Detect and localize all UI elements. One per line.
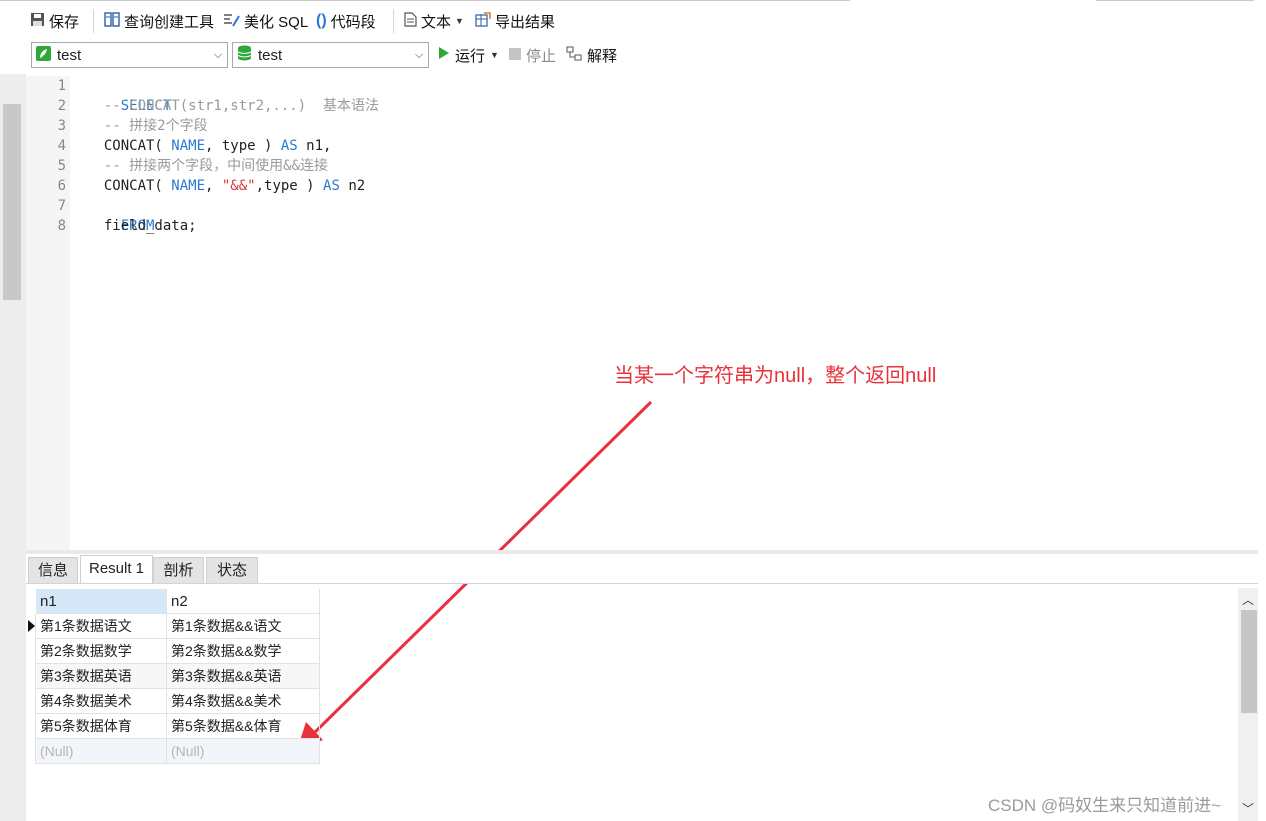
table-cell[interactable]: 第2条数据数学 <box>36 639 167 664</box>
table-cell[interactable]: 第3条数据英语 <box>36 664 167 689</box>
result-tabs: 信息 Result 1 剖析 状态 <box>26 554 1258 584</box>
table-cell[interactable]: 第3条数据&&英语 <box>167 664 320 689</box>
row-selector-column <box>26 614 36 764</box>
table-cell[interactable]: 第5条数据体育 <box>36 714 167 739</box>
tab-profile[interactable]: 剖析 <box>153 557 204 583</box>
tab-result-1[interactable]: Result 1 <box>80 555 153 583</box>
result-scrollbar[interactable]: ︿ ﹀ <box>1238 588 1258 821</box>
tab-status[interactable]: 状态 <box>206 557 258 583</box>
column-header-n2[interactable]: n2 <box>167 589 320 614</box>
scroll-up-icon[interactable]: ︿ <box>1242 591 1254 608</box>
table-cell[interactable]: 第4条数据&&美术 <box>167 689 320 714</box>
table-cell[interactable]: 第5条数据&&体育 <box>167 714 320 739</box>
scroll-down-icon[interactable]: ﹀ <box>1242 800 1254 817</box>
result-scroll-thumb[interactable] <box>1241 610 1257 713</box>
table-cell-null[interactable]: (Null) <box>36 739 167 764</box>
table-cell[interactable]: 第4条数据美术 <box>36 689 167 714</box>
watermark: CSDN @码奴生来只知道前进~ <box>988 796 1222 815</box>
table-cell[interactable]: 第1条数据语文 <box>36 614 167 639</box>
table-cell[interactable]: 第1条数据&&语文 <box>167 614 320 639</box>
tab-info[interactable]: 信息 <box>28 557 78 583</box>
table-cell[interactable]: 第2条数据&&数学 <box>167 639 320 664</box>
column-header-n1[interactable]: n1 <box>36 589 167 614</box>
table-cell-null[interactable]: (Null) <box>167 739 320 764</box>
